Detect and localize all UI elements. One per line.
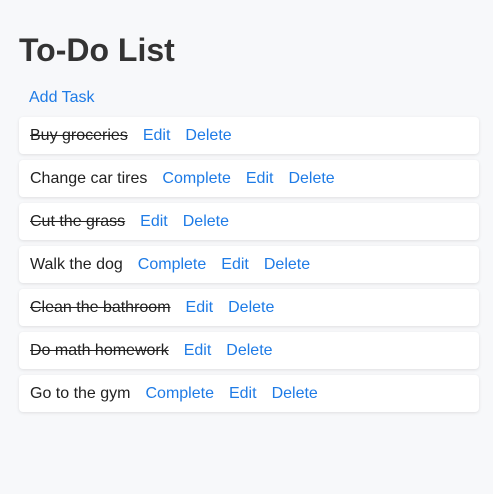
task-text: Go to the gym [30,384,131,402]
task-item: Cut the grass Edit Delete [19,203,479,240]
task-text: Change car tires [30,169,148,187]
delete-button[interactable]: Delete [288,170,334,188]
edit-button[interactable]: Edit [186,299,214,317]
edit-button[interactable]: Edit [143,127,171,145]
edit-button[interactable]: Edit [140,213,168,231]
complete-button[interactable]: Complete [138,256,206,274]
delete-button[interactable]: Delete [183,213,229,231]
task-item: Buy groceries Edit Delete [19,117,479,154]
task-item: Clean the bathroom Edit Delete [19,289,479,326]
edit-button[interactable]: Edit [184,342,212,360]
todo-page: To-Do List Add Task Buy groceries Edit Del… [0,0,493,494]
task-list: Buy groceries Edit Delete Change car tires C… [19,117,479,412]
edit-button[interactable]: Edit [221,256,249,274]
task-text: Cut the grass [30,212,126,230]
delete-button[interactable]: Delete [226,342,272,360]
task-text: Clean the bathroom [30,298,171,316]
page-title: To-Do List [19,32,175,68]
task-item: Go to the gym Complete Edit Delete [19,375,479,412]
task-item: Do math homework Edit Delete [19,332,479,369]
task-item: Walk the dog Complete Edit Delete [19,246,479,283]
delete-button[interactable]: Delete [228,299,274,317]
add-task-link[interactable]: Add Task [29,86,95,110]
task-text: Do math homework [30,341,169,359]
task-text: Walk the dog [30,255,123,273]
delete-button[interactable]: Delete [272,385,318,403]
edit-button[interactable]: Edit [229,385,257,403]
complete-button[interactable]: Complete [162,170,230,188]
delete-button[interactable]: Delete [185,127,231,145]
task-text: Buy groceries [30,126,128,144]
edit-button[interactable]: Edit [246,170,274,188]
task-item: Change car tires Complete Edit Delete [19,160,479,197]
complete-button[interactable]: Complete [146,385,214,403]
delete-button[interactable]: Delete [264,256,310,274]
